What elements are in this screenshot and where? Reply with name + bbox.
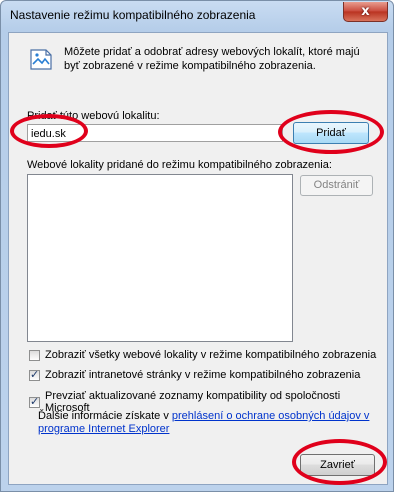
checkbox[interactable] <box>29 368 40 381</box>
title-bar[interactable]: Nastavenie režimu kompatibilného zobraze… <box>1 1 393 33</box>
window-title: Nastavenie režimu kompatibilného zobraze… <box>10 8 256 22</box>
close-button[interactable]: Zavrieť <box>300 454 375 476</box>
remove-button[interactable]: Odstrániť <box>300 175 373 196</box>
checkbox[interactable] <box>29 349 40 361</box>
add-site-label: Pridať túto webovú lokalitu: <box>27 110 160 122</box>
info-text: Môžete pridať a odobrať adresy webových … <box>64 46 360 72</box>
checkbox[interactable] <box>29 395 40 408</box>
option-show-all-sites[interactable]: Zobraziť všetky webové lokality v režime… <box>29 349 376 361</box>
option-label: Zobraziť intranetové stránky v režime ko… <box>45 369 361 381</box>
option-intranet-sites[interactable]: Zobraziť intranetové stránky v režime ko… <box>29 368 361 381</box>
added-sites-list[interactable] <box>27 174 293 342</box>
close-window-button[interactable]: x <box>343 2 388 22</box>
dialog-window: Nastavenie režimu kompatibilného zobraze… <box>0 0 394 492</box>
more-info-prefix: Ďalšie informácie získate v <box>38 410 172 422</box>
close-icon: x <box>361 4 370 19</box>
add-button[interactable]: Pridať <box>293 122 369 144</box>
dialog-content: Môžete pridať a odobrať adresy webových … <box>8 32 388 485</box>
more-info-text: Ďalšie informácie získate v prehlásení o… <box>38 410 373 436</box>
website-input[interactable]: iedu.sk <box>27 124 283 142</box>
option-label: Zobraziť všetky webové lokality v režime… <box>45 349 377 361</box>
compatibility-view-icon <box>30 49 52 70</box>
added-sites-label: Webové lokality pridané do režimu kompat… <box>27 159 332 171</box>
